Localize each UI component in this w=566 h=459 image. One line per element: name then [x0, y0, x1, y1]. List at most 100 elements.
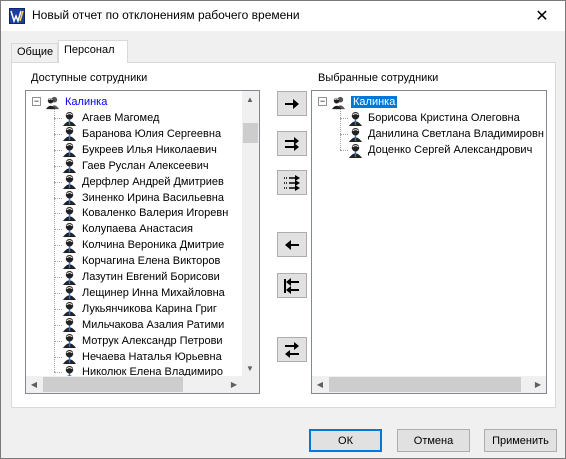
cancel-button[interactable]: Отмена — [397, 429, 470, 452]
tree-item-employee[interactable]: Мотрук Александр Петрови — [62, 333, 223, 349]
dialog-window: Новый отчет по отклонениям рабочего врем… — [0, 0, 566, 459]
title-bar: Новый отчет по отклонениям рабочего врем… — [1, 1, 565, 31]
add-all-button[interactable] — [277, 170, 307, 195]
employee-name: Нечаева Наталья Юрьевна — [82, 350, 222, 363]
person-icon — [62, 127, 77, 142]
tree-item-employee[interactable]: Колупаева Анастасия — [62, 221, 193, 237]
scroll-down-icon[interactable]: ▼ — [242, 360, 258, 376]
tree-item-employee[interactable]: Лукьянчикова Карина Григ — [62, 301, 217, 317]
collapse-toggle[interactable]: − — [318, 97, 327, 106]
employee-name: Лещинер Инна Михайловна — [82, 286, 225, 299]
tree-connector — [54, 165, 62, 167]
employee-name: Баранова Юлия Сергеевна — [82, 127, 222, 140]
scroll-thumb-h[interactable] — [43, 377, 183, 392]
tree-connector — [54, 356, 62, 358]
selected-employees-tree[interactable]: − Калинка Борисова Кристина Олеговна Дани… — [311, 90, 547, 394]
tree-item-employee[interactable]: Агаев Магомед — [62, 110, 159, 126]
available-employees-label: Доступные сотрудники — [31, 72, 148, 84]
tree-item-employee[interactable]: Корчагина Елена Викторов — [62, 253, 220, 269]
scroll-left-icon[interactable]: ◀ — [26, 376, 42, 392]
tree-root[interactable]: Калинка — [45, 94, 107, 110]
group-icon — [331, 96, 346, 109]
available-vscrollbar[interactable]: ▲ ▼ — [242, 91, 259, 376]
remove-all-button[interactable] — [277, 273, 307, 298]
ok-button-label: ОК — [338, 434, 353, 447]
employee-name: Корчагина Елена Викторов — [82, 255, 221, 268]
add-double-button[interactable] — [277, 131, 307, 156]
tree-item-employee[interactable]: Мильчакова Азалия Ратими — [62, 317, 224, 333]
employee-name: Лукьянчикова Карина Григ — [82, 302, 217, 315]
tree-connector — [340, 109, 341, 150]
scroll-left-icon[interactable]: ◀ — [312, 376, 328, 392]
available-hscrollbar[interactable]: ◀ ▶ — [26, 376, 242, 393]
tree-connector — [54, 340, 62, 342]
ok-button[interactable]: ОК — [309, 429, 382, 452]
double-arrow-left-icon — [284, 277, 299, 294]
window-title: Новый отчет по отклонениям рабочего врем… — [32, 8, 300, 22]
person-icon — [348, 143, 363, 158]
tab-personnel-label: Персонал — [64, 44, 115, 56]
tree-item-employee[interactable]: Нечаева Наталья Юрьевна — [62, 349, 222, 365]
tree-root-label: Калинка — [65, 96, 108, 108]
add-one-button[interactable] — [277, 91, 307, 116]
person-icon — [62, 286, 77, 301]
tree-connector — [54, 109, 55, 373]
tree-item-employee[interactable]: Букреев Илья Николаевич — [62, 142, 217, 158]
tree-connector — [54, 229, 62, 231]
tree-item-employee[interactable]: Дерфлер Андрей Дмитриев — [62, 174, 224, 190]
person-icon — [62, 302, 77, 317]
tree-item-employee[interactable]: Баранова Юлия Сергеевна — [62, 126, 221, 142]
apply-button[interactable]: Применить — [484, 429, 557, 452]
tree-connector — [54, 245, 62, 247]
tree-connector — [54, 261, 62, 263]
tree-item-employee[interactable]: Лазутин Евгений Борисови — [62, 269, 220, 285]
tree-item-employee[interactable]: Доценко Сергей Александрович — [348, 142, 532, 158]
tree-item-employee[interactable]: Лещинер Инна Михайловна — [62, 285, 225, 301]
employee-name: Лазутин Евгений Борисови — [82, 271, 220, 283]
available-employees-tree[interactable]: − Калинка Агаев Магомед Баранова Юлия Сер… — [25, 90, 260, 394]
tab-personnel[interactable]: Персонал — [58, 40, 128, 63]
tree-item-employee[interactable]: Зиненко Ирина Васильевна — [62, 190, 224, 206]
tab-general[interactable]: Общие — [11, 43, 58, 62]
employee-name: Колупаева Анастасия — [82, 223, 193, 236]
tree-connector — [340, 118, 348, 119]
collapse-toggle[interactable]: − — [32, 97, 41, 106]
person-icon — [62, 349, 77, 364]
tree-connector — [54, 213, 62, 215]
tree-item-employee[interactable]: Гаев Руслан Алексеевич — [62, 158, 209, 174]
scroll-thumb[interactable] — [243, 123, 258, 143]
person-icon — [62, 318, 77, 333]
person-icon — [62, 175, 77, 190]
arrow-right-icon — [285, 98, 299, 109]
scroll-right-icon[interactable]: ▶ — [226, 376, 242, 392]
employee-name: Дерфлер Андрей Дмитриев — [82, 175, 224, 188]
remove-one-button[interactable] — [277, 232, 307, 257]
tree-item-employee[interactable]: Борисова Кристина Олеговна — [348, 110, 520, 126]
person-icon — [62, 206, 77, 221]
personnel-panel: Доступные сотрудники − Калинка Агаев Маг… — [11, 62, 556, 408]
tree-connector — [54, 118, 62, 119]
tree-item-employee[interactable]: Коваленко Валерия Игоревн — [62, 205, 228, 221]
scroll-thumb-h[interactable] — [329, 377, 521, 392]
swap-button[interactable] — [277, 337, 307, 362]
employee-name: Агаев Магомед — [82, 112, 160, 124]
tree-connector — [54, 372, 62, 374]
tree-connector — [54, 181, 62, 183]
arrow-left-icon — [285, 239, 299, 250]
close-button[interactable]: ✕ — [519, 1, 565, 31]
tree-item-employee[interactable]: Колчина Вероника Дмитрие — [62, 237, 224, 253]
tree-root[interactable]: Калинка — [331, 94, 398, 110]
person-icon — [62, 238, 77, 253]
person-icon — [62, 159, 77, 174]
swap-arrows-icon — [285, 341, 299, 358]
employee-name: Колчина Вероника Дмитрие — [82, 239, 225, 252]
scroll-up-icon[interactable]: ▲ — [242, 91, 258, 107]
employee-name: Мильчакова Азалия Ратими — [82, 318, 225, 331]
tree-connector — [54, 277, 62, 278]
selected-hscrollbar[interactable]: ◀ ▶ — [312, 376, 546, 393]
add-all-arrow-icon — [284, 174, 300, 191]
person-icon — [62, 222, 77, 237]
tree-item-employee[interactable]: Данилина Светлана Владимировн — [348, 126, 544, 142]
app-icon — [9, 8, 25, 24]
scroll-right-icon[interactable]: ▶ — [530, 376, 546, 392]
